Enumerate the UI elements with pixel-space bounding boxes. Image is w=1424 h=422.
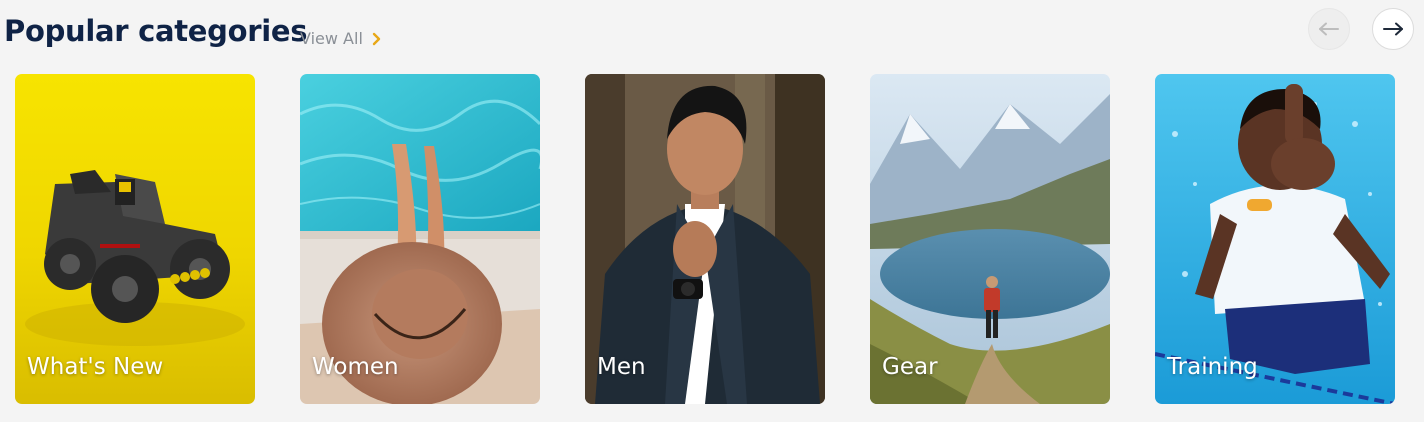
category-label: What's New <box>27 354 164 380</box>
category-card-men[interactable]: Men <box>585 74 825 404</box>
category-card-training[interactable]: Training <box>1155 74 1395 404</box>
view-all-link[interactable]: View All <box>300 29 383 48</box>
category-label: Women <box>312 354 399 380</box>
carousel-next-button[interactable] <box>1372 8 1414 50</box>
section-header: Popular categories View All <box>0 0 1424 74</box>
category-card-women[interactable]: Women <box>300 74 540 404</box>
category-card-whats-new[interactable]: What's New <box>15 74 255 404</box>
carousel-prev-button[interactable] <box>1308 8 1350 50</box>
arrow-right-icon <box>1383 22 1403 36</box>
category-card-gear[interactable]: Gear <box>870 74 1110 404</box>
chevron-right-icon <box>372 32 381 45</box>
category-label: Gear <box>882 354 938 380</box>
view-all-label: View All <box>300 29 363 48</box>
category-label: Training <box>1167 354 1258 380</box>
category-label: Men <box>597 354 646 380</box>
section-title: Popular categories <box>4 14 308 48</box>
arrow-left-icon <box>1319 22 1339 36</box>
